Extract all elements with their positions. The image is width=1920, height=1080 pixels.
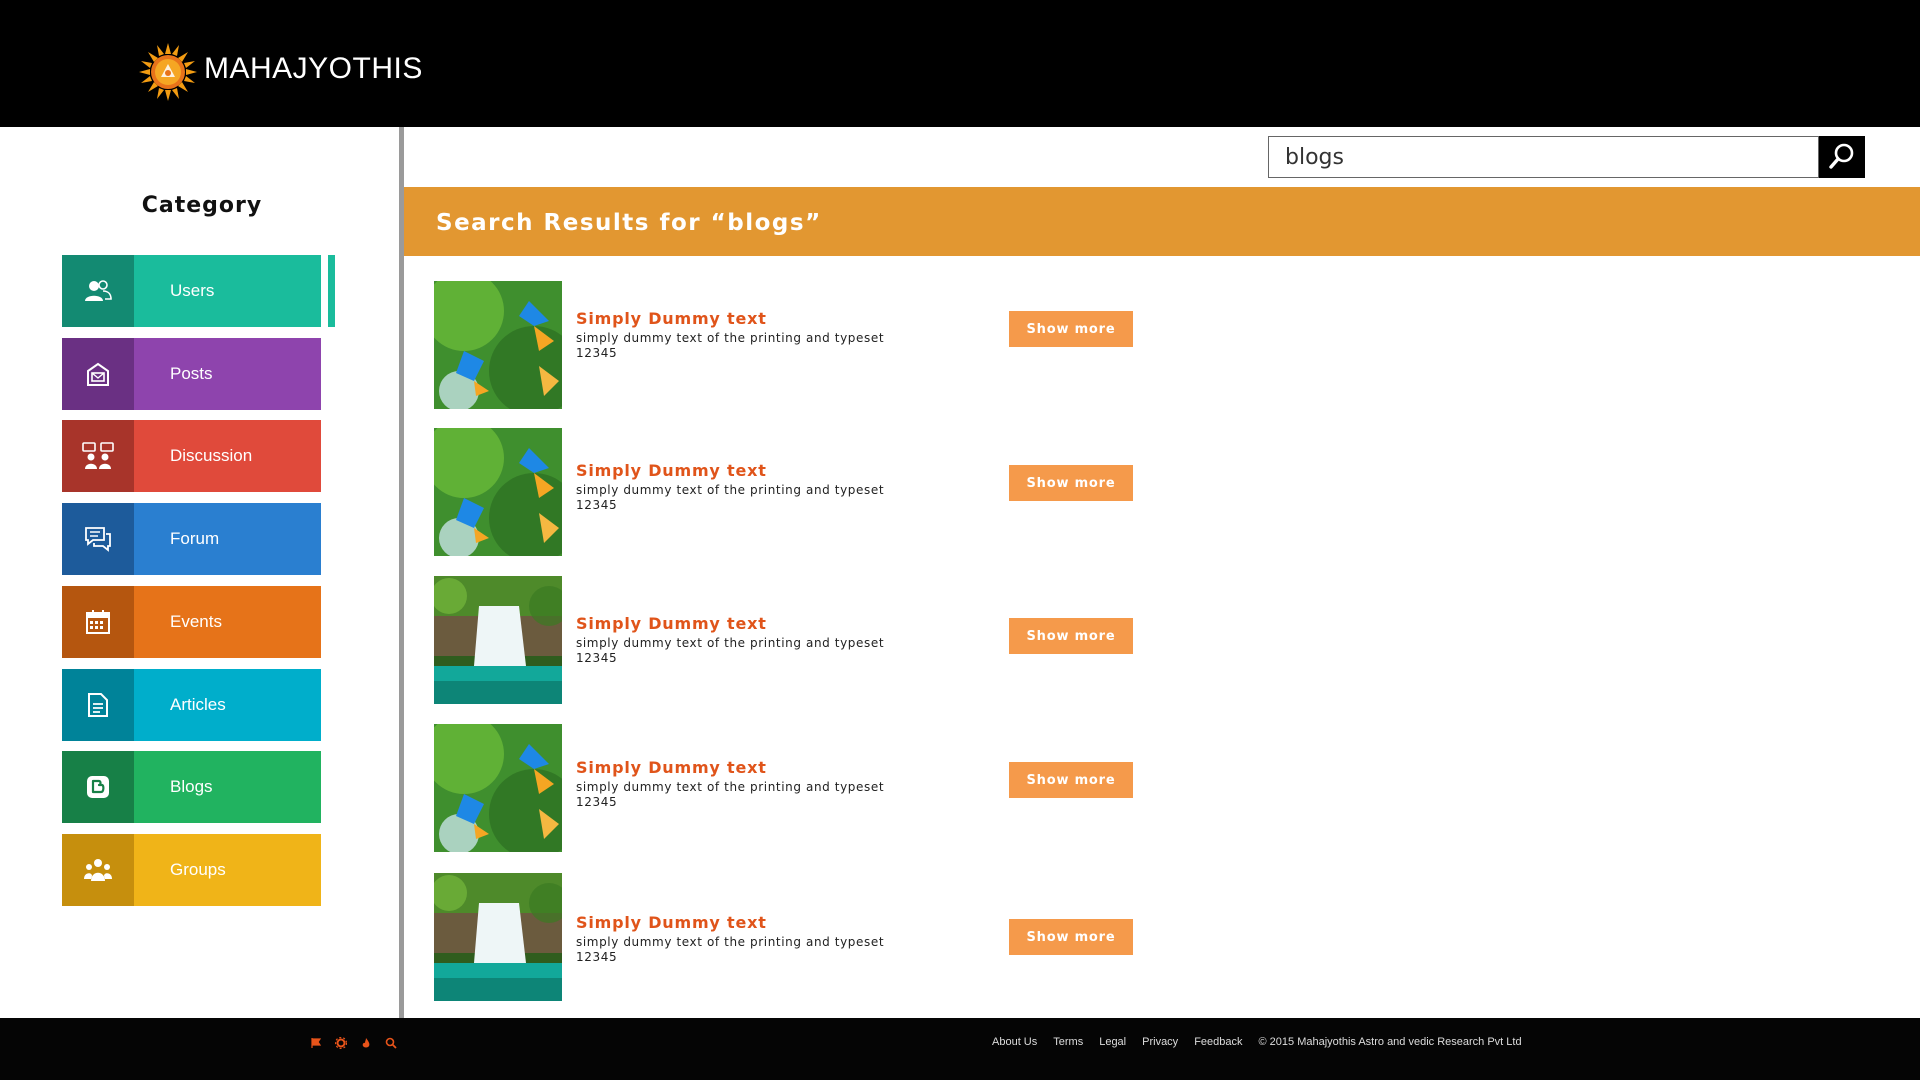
footer — [0, 1018, 1920, 1080]
result-description: simply dummy text of the printing and ty… — [576, 331, 885, 345]
result-title[interactable]: Simply Dummy text — [576, 913, 767, 932]
sidebar-item-forum[interactable]: Forum — [62, 503, 321, 575]
result-description: simply dummy text of the printing and ty… — [576, 483, 885, 497]
result-description: simply dummy text of the printing and ty… — [576, 780, 885, 794]
sidebar-item-events[interactable]: Events — [62, 586, 321, 658]
kingfisher-image[interactable] — [434, 281, 562, 409]
active-indicator — [328, 255, 335, 327]
flame-icon[interactable] — [360, 1036, 372, 1048]
result-description: simply dummy text of the printing and ty… — [576, 636, 885, 650]
sidebar-item-label: Forum — [170, 529, 220, 548]
results-title: Search Results for “blogs” — [436, 210, 822, 236]
mahajyothis-logo-icon[interactable] — [138, 42, 198, 102]
sidebar-item-articles[interactable]: Articles — [62, 669, 321, 741]
result-title[interactable]: Simply Dummy text — [576, 309, 767, 328]
copyright-text: © 2015 Mahajyothis Astro and vedic Resea… — [1258, 1036, 1522, 1048]
sidebar-item-groups[interactable]: Groups — [62, 834, 321, 906]
footer-links: About Us Terms Legal Privacy Feedback © … — [992, 1036, 1522, 1048]
footer-link-terms[interactable]: Terms — [1053, 1036, 1083, 1048]
result-title[interactable]: Simply Dummy text — [576, 758, 767, 777]
article-icon — [62, 669, 134, 741]
forum-icon — [62, 503, 134, 575]
kingfisher-image[interactable] — [434, 724, 562, 852]
show-more-button[interactable]: Show more — [1009, 919, 1133, 955]
sidebar-item-label: Events — [170, 612, 222, 631]
footer-link-privacy[interactable]: Privacy — [1142, 1036, 1178, 1048]
result-title[interactable]: Simply Dummy text — [576, 461, 767, 480]
brand-name[interactable]: MAHAJYOTHIS — [204, 52, 423, 86]
result-item: Simply Dummy text simply dummy text of t… — [434, 428, 1134, 556]
calendar-icon — [62, 586, 134, 658]
sidebar-item-discussion[interactable]: Discussion — [62, 420, 321, 492]
sidebar-item-blogs[interactable]: Blogs — [62, 751, 321, 823]
result-code: 12345 — [576, 346, 618, 360]
search-icon[interactable] — [385, 1036, 397, 1049]
discussion-icon — [62, 420, 134, 492]
flag-icon[interactable] — [310, 1036, 322, 1048]
users-icon — [62, 255, 134, 327]
search-bar — [1268, 136, 1865, 178]
result-item: Simply Dummy text simply dummy text of t… — [434, 576, 1134, 704]
search-button[interactable] — [1819, 136, 1865, 178]
footer-link-feedback[interactable]: Feedback — [1194, 1036, 1242, 1048]
sidebar-item-label: Groups — [170, 860, 226, 879]
results-header-bar: Search Results for “blogs” — [404, 187, 1920, 256]
result-code: 12345 — [576, 498, 618, 512]
result-title[interactable]: Simply Dummy text — [576, 614, 767, 633]
waterfall-image[interactable] — [434, 873, 562, 1001]
show-more-button[interactable]: Show more — [1009, 311, 1133, 347]
posts-icon — [62, 338, 134, 410]
show-more-button[interactable]: Show more — [1009, 618, 1133, 654]
search-icon — [1828, 142, 1856, 173]
gear-icon[interactable] — [334, 1036, 348, 1050]
result-description: simply dummy text of the printing and ty… — [576, 935, 885, 949]
top-header: MAHAJYOTHIS — [0, 0, 1920, 127]
kingfisher-image[interactable] — [434, 428, 562, 556]
sidebar-item-users[interactable]: Users — [62, 255, 321, 327]
blogger-icon — [62, 751, 134, 823]
footer-link-legal[interactable]: Legal — [1099, 1036, 1126, 1048]
category-heading: Category — [141, 193, 263, 218]
search-input[interactable] — [1268, 136, 1819, 178]
show-more-button[interactable]: Show more — [1009, 762, 1133, 798]
result-item: Simply Dummy text simply dummy text of t… — [434, 873, 1134, 1001]
result-code: 12345 — [576, 795, 618, 809]
result-item: Simply Dummy text simply dummy text of t… — [434, 281, 1134, 409]
sidebar-item-label: Articles — [170, 695, 226, 714]
groups-icon — [62, 834, 134, 906]
footer-icons — [310, 1036, 397, 1050]
sidebar-item-posts[interactable]: Posts — [62, 338, 321, 410]
waterfall-image[interactable] — [434, 576, 562, 704]
result-code: 12345 — [576, 950, 618, 964]
sidebar-item-label: Blogs — [170, 777, 213, 796]
sidebar-item-label: Users — [170, 281, 215, 300]
sidebar-item-label: Posts — [170, 364, 213, 383]
footer-link-about-us[interactable]: About Us — [992, 1036, 1037, 1048]
show-more-button[interactable]: Show more — [1009, 465, 1133, 501]
result-item: Simply Dummy text simply dummy text of t… — [434, 724, 1134, 852]
result-code: 12345 — [576, 651, 618, 665]
sidebar-item-label: Discussion — [170, 446, 253, 465]
